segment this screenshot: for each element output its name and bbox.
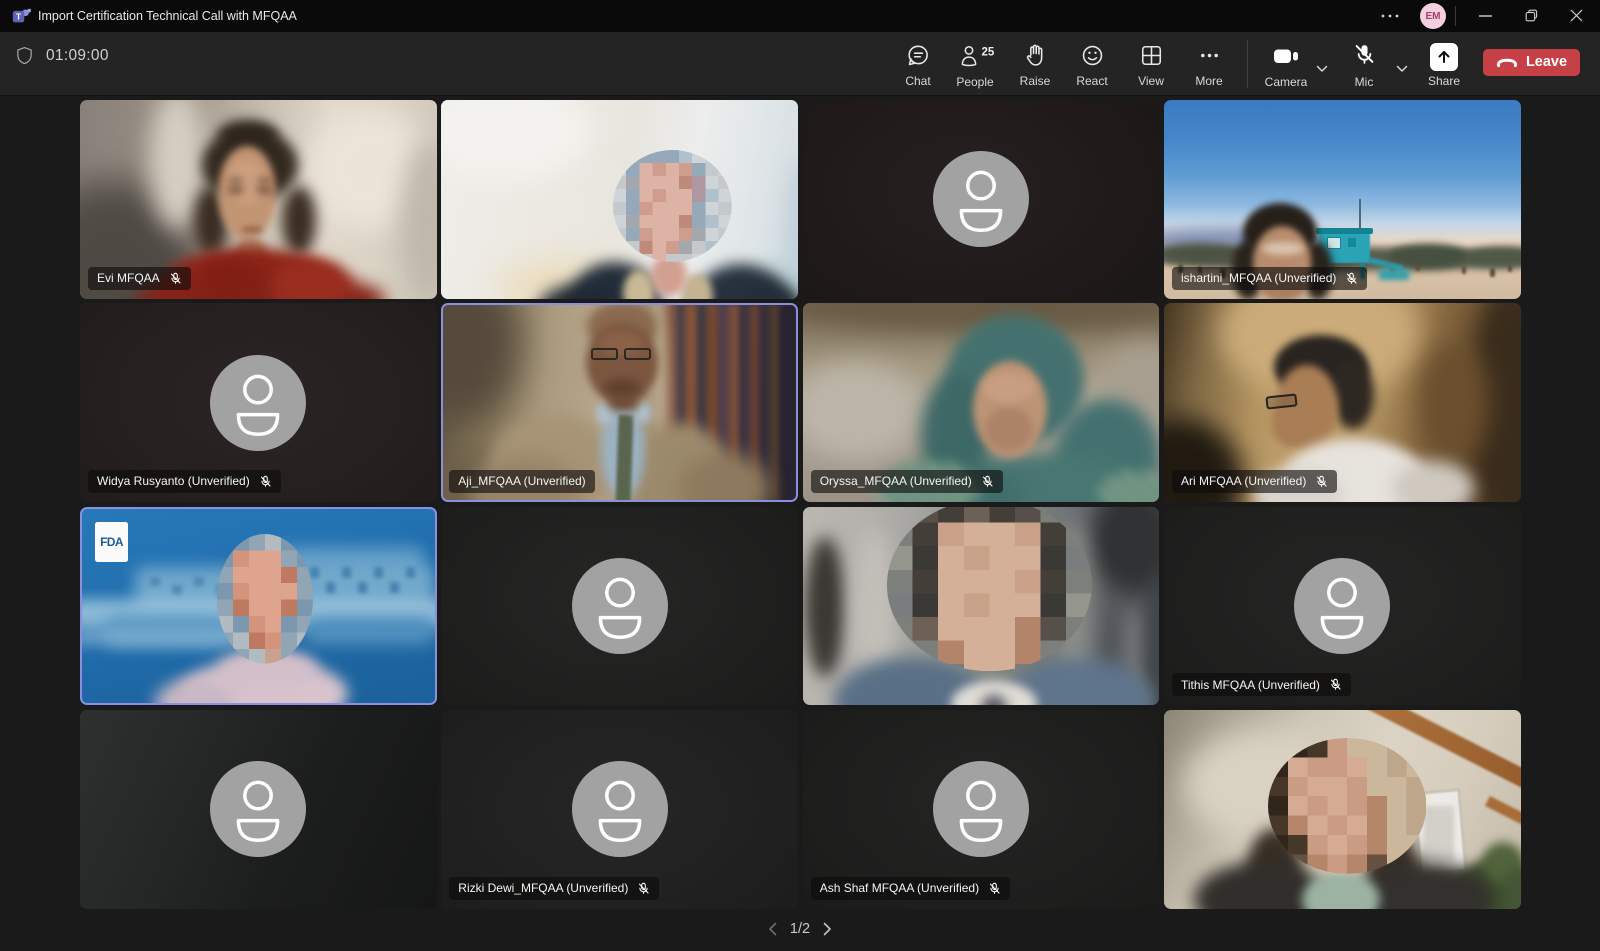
svg-text:T: T xyxy=(16,12,21,22)
svg-text:25: 25 xyxy=(982,47,995,59)
